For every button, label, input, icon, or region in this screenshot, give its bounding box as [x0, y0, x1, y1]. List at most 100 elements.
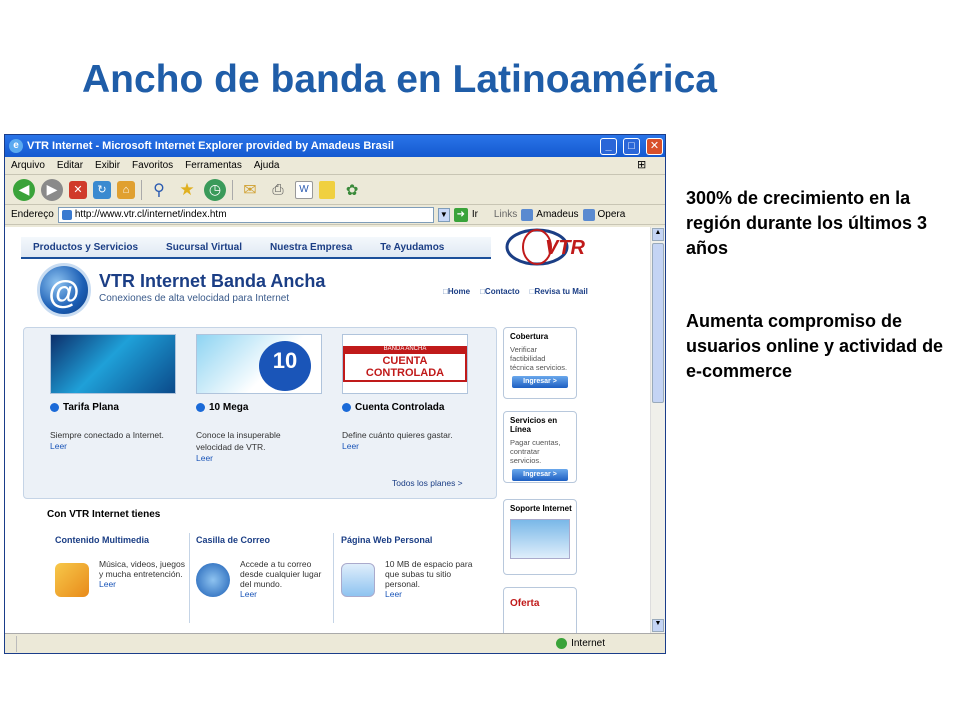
history-icon[interactable]: ◷	[204, 178, 226, 201]
promo-desc: Siempre conectado a Internet.	[50, 430, 164, 440]
sidebar-desc: Verificar factibilidad técnica servicios…	[510, 345, 568, 372]
status-bar: Internet	[5, 633, 665, 653]
vtr-logo-text: VTR	[545, 237, 586, 259]
edit-word-icon[interactable]: W	[295, 180, 313, 199]
home-icon[interactable]: ⌂	[117, 180, 135, 199]
nav-empresa[interactable]: Nuestra Empresa	[270, 242, 352, 253]
ingresar-button[interactable]: Ingresar >	[512, 376, 568, 388]
mega-badge: 10	[259, 341, 311, 391]
close-button[interactable]: ✕	[646, 137, 663, 155]
promo-10-mega[interactable]: 10 10 Mega Conoce la insuperable velocid…	[196, 334, 322, 463]
forward-icon[interactable]: ▶	[41, 178, 63, 201]
maximize-button[interactable]: □	[623, 137, 640, 155]
url-input[interactable]: http://www.vtr.cl/internet/index.htm	[57, 206, 434, 223]
feature-desc: Accede a tu correo desde cualquier lugar…	[240, 559, 322, 589]
at-sign-logo-icon: @	[37, 263, 91, 317]
promo-tarifa-plana[interactable]: Tarifa Plana Siempre conectado a Interne…	[50, 334, 176, 451]
menu-exibir[interactable]: Exibir	[95, 160, 120, 171]
link-home[interactable]: Home	[443, 287, 470, 296]
link-revisa-mail[interactable]: Revisa tu Mail	[530, 287, 587, 296]
stop-icon[interactable]: ✕	[69, 180, 87, 199]
vtr-logo[interactable]: VTR	[499, 227, 611, 267]
promo-cuenta-controlada[interactable]: BANDA ANCHA CUENTA CONTROLADA Cuenta Con…	[342, 334, 468, 451]
menu-arquivo[interactable]: Arquivo	[11, 160, 45, 171]
bullet-icon	[342, 403, 351, 412]
scroll-down-icon[interactable]: ▼	[652, 619, 664, 632]
link-contacto[interactable]: Contacto	[480, 287, 520, 296]
scroll-thumb[interactable]	[652, 243, 664, 403]
feature-correo[interactable]: Casilla de Correo Accede a tu correo des…	[196, 535, 332, 599]
promo-leer-link[interactable]: Leer	[196, 453, 322, 463]
top-links: Home Contacto Revisa tu Mail	[443, 287, 588, 296]
bullet-1: 300% de crecimiento en la región durante…	[686, 188, 928, 258]
page-viewport: Productos y Servicios Sucursal Virtual N…	[5, 227, 650, 633]
web-page-icon	[341, 563, 375, 597]
address-dropdown-icon[interactable]: ▼	[437, 207, 450, 222]
window-titlebar[interactable]: e VTR Internet - Microsoft Internet Expl…	[5, 135, 665, 157]
nav-ayudamos[interactable]: Te Ayudamos	[380, 242, 444, 253]
messenger-icon[interactable]: ✿	[341, 179, 363, 201]
ie-icon: e	[9, 139, 23, 153]
feature-desc: Música, videos, juegos y mucha entretenc…	[99, 559, 185, 579]
feature-leer-link[interactable]: Leer	[99, 579, 191, 589]
feature-title[interactable]: Casilla de Correo	[196, 535, 332, 545]
address-label: Endereço	[11, 209, 54, 220]
feature-title[interactable]: Página Web Personal	[341, 535, 477, 545]
mail-globe-icon	[196, 563, 230, 597]
sidebar-title: Cobertura	[510, 332, 549, 341]
sidebar-oferta[interactable]: Oferta	[503, 587, 577, 633]
back-icon[interactable]: ◀	[13, 178, 35, 201]
link-amadeus[interactable]: Amadeus	[521, 208, 579, 221]
ingresar-button[interactable]: Ingresar >	[512, 469, 568, 481]
favorites-star-icon[interactable]: ★	[176, 179, 198, 201]
feature-title[interactable]: Contenido Multimedia	[55, 535, 191, 545]
scroll-up-icon[interactable]: ▲	[652, 228, 664, 241]
menu-favoritos[interactable]: Favoritos	[132, 160, 173, 171]
sidebar-title: Soporte Internet	[510, 504, 572, 513]
refresh-icon[interactable]: ↻	[93, 180, 111, 199]
brand-title: VTR Internet Banda Ancha	[99, 271, 326, 291]
promo-leer-link[interactable]: Leer	[342, 441, 468, 451]
go-button[interactable]: Ir	[472, 209, 478, 220]
browser-window: e VTR Internet - Microsoft Internet Expl…	[4, 134, 666, 654]
vertical-scrollbar[interactable]: ▲ ▼	[650, 227, 665, 633]
10-mega-image: 10	[196, 334, 322, 394]
sidebar-soporte[interactable]: Soporte Internet	[503, 499, 577, 575]
bullet-list: 300% de crecimiento en la región durante…	[686, 186, 946, 432]
minimize-button[interactable]: _	[600, 137, 617, 155]
search-icon[interactable]: ⚲	[148, 179, 170, 201]
sidebar-title: Servicios en Línea	[510, 416, 558, 434]
link-opera[interactable]: Opera	[582, 208, 625, 221]
mail-icon[interactable]: ✉	[239, 179, 261, 201]
feature-multimedia[interactable]: Contenido Multimedia Música, videos, jue…	[55, 535, 191, 597]
feature-leer-link[interactable]: Leer	[240, 589, 332, 599]
internet-globe-icon	[556, 638, 568, 649]
menu-ajuda[interactable]: Ajuda	[254, 160, 280, 171]
feature-pagina-web[interactable]: Página Web Personal 10 MB de espacio par…	[341, 535, 477, 599]
nav-productos[interactable]: Productos y Servicios	[33, 242, 138, 253]
multimedia-icon	[55, 563, 89, 597]
bullet-icon	[196, 403, 205, 412]
divider	[333, 533, 334, 623]
menu-editar[interactable]: Editar	[57, 160, 83, 171]
all-plans-link[interactable]: Todos los planes >	[392, 478, 463, 488]
bullet-icon	[50, 403, 59, 412]
nav-sucursal[interactable]: Sucursal Virtual	[166, 242, 242, 253]
toolbar-separator	[141, 179, 142, 200]
promo-leer-link[interactable]: Leer	[50, 441, 176, 451]
feature-leer-link[interactable]: Leer	[385, 589, 477, 599]
menu-ferramentas[interactable]: Ferramentas	[185, 160, 242, 171]
brand-subtitle: Conexiones de alta velocidad para Intern…	[99, 293, 290, 304]
link-icon	[582, 208, 595, 221]
status-page-icon	[5, 635, 17, 652]
print-icon[interactable]: ⎙	[267, 179, 289, 201]
feature-desc: 10 MB de espacio para que subas tu sitio…	[385, 559, 473, 589]
promo-title: Cuenta Controlada	[355, 402, 445, 413]
sidebar-desc: Pagar cuentas, contratar servicios.	[510, 438, 561, 465]
promo-panel: Tarifa Plana Siempre conectado a Interne…	[23, 327, 497, 499]
menu-bar: Arquivo Editar Exibir Favoritos Ferramen…	[5, 157, 665, 175]
sidebar-cobertura: Cobertura Verificar factibilidad técnica…	[503, 327, 577, 399]
go-arrow-icon[interactable]: ➜	[453, 207, 468, 222]
slide-title: Ancho de banda en Latinoamérica	[82, 58, 717, 101]
notes-icon[interactable]	[319, 180, 335, 199]
